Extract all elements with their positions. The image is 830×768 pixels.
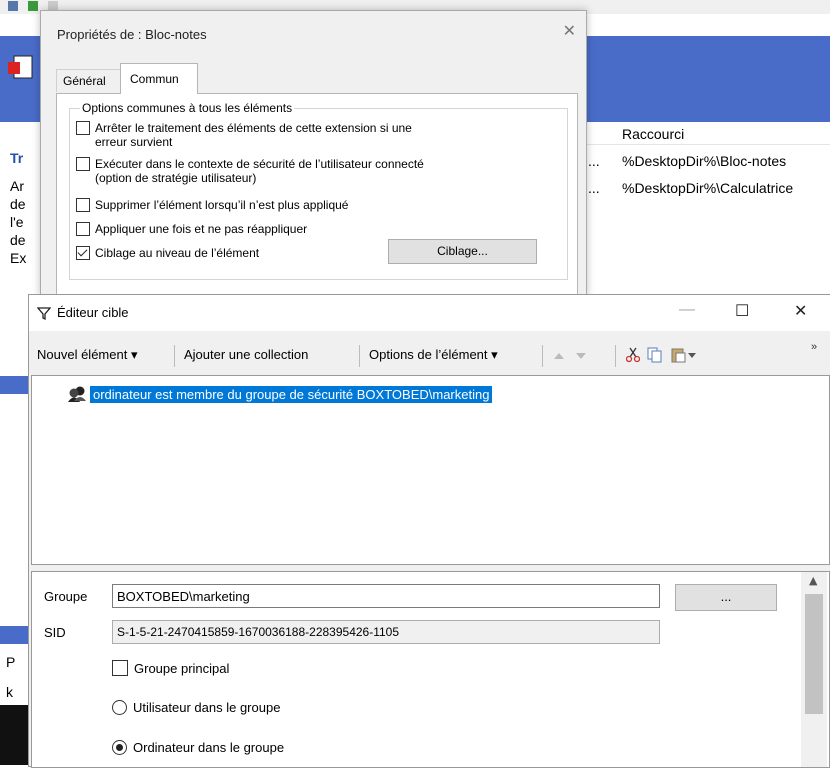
radio-computer-in-group[interactable]: Ordinateur dans le groupe [112, 740, 284, 755]
checkbox[interactable] [76, 121, 90, 135]
option-stop-processing[interactable]: Arrêter le traitement des éléments de ce… [76, 121, 412, 149]
option-item-targeting[interactable]: Ciblage au niveau de l’élément [76, 246, 259, 260]
toolbar-overflow-button[interactable]: » [811, 341, 817, 353]
gpo-icon [8, 55, 33, 79]
background-column-header[interactable]: Raccourci [580, 122, 830, 145]
background-dark-strip [0, 705, 28, 765]
option-apply-once[interactable]: Appliquer une fois et ne pas réappliquer [76, 222, 307, 236]
tab-label: Général [63, 74, 106, 88]
background-fragment: de [10, 196, 26, 212]
cut-icon[interactable] [626, 347, 640, 363]
option-label: erreur survient [95, 135, 173, 149]
option-label: Exécuter dans le contexte de sécurité de… [95, 157, 424, 171]
option-label: (option de stratégie utilisateur) [95, 171, 257, 185]
chevron-down-icon[interactable] [688, 353, 696, 359]
sid-label: SID [44, 625, 66, 640]
scroll-up-icon[interactable]: ▲ [809, 574, 817, 587]
item-options-button[interactable]: Options de l’élément ▾ [369, 347, 498, 363]
option-label: Arrêter le traitement des éléments de ce… [95, 121, 412, 135]
move-up-icon[interactable] [553, 351, 565, 361]
maximize-button[interactable]: ☐ [735, 301, 749, 321]
radio-button-selected[interactable] [112, 740, 127, 755]
background-fragment: de [10, 232, 26, 248]
primary-group-option[interactable]: Groupe principal [112, 660, 229, 676]
primary-group-label: Groupe principal [134, 660, 230, 676]
radio-label: Ordinateur dans le groupe [133, 740, 285, 755]
close-icon[interactable]: ✕ [563, 21, 576, 40]
background-fragment: P [6, 654, 16, 670]
toolbar-icon[interactable] [28, 1, 38, 11]
tab-panel: Options communes à tous les éléments Arr… [56, 93, 578, 300]
radio-button[interactable] [112, 700, 127, 715]
tab-commun[interactable]: Commun [120, 63, 198, 94]
groupe-input[interactable]: BOXTOBED\marketing [112, 584, 660, 608]
browse-button[interactable]: ... [675, 584, 777, 611]
toolbar-separator [615, 345, 616, 367]
group-label: Options communes à tous les éléments [80, 101, 295, 115]
checkbox[interactable] [76, 198, 90, 212]
toolbar-separator [542, 345, 543, 367]
toolbar-icon[interactable] [8, 1, 18, 11]
targeting-tree: ordinateur est membre du groupe de sécur… [31, 375, 830, 565]
column-header-raccourci: Raccourci [622, 126, 685, 142]
tab-general[interactable]: Général [56, 69, 121, 92]
vertical-scrollbar[interactable]: ▲ [801, 572, 827, 767]
editor-titlebar[interactable]: Éditeur cible — ☐ ✕ [29, 295, 830, 331]
toolbar-separator [359, 345, 360, 367]
minimize-button[interactable]: — [679, 301, 695, 319]
checkbox[interactable] [76, 157, 90, 171]
radio-user-in-group[interactable]: Utilisateur dans le groupe [112, 700, 280, 715]
paste-icon[interactable] [670, 347, 686, 363]
dialog-title: Propriétés de : Bloc-notes [57, 27, 207, 42]
option-label: Ciblage au niveau de l’élément [95, 246, 260, 260]
background-selection-bar [0, 626, 30, 644]
sid-field: S-1-5-21-2470415859-1670036188-228395426… [112, 620, 660, 644]
background-ellipsis: ... [588, 153, 600, 169]
options-group: Options communes à tous les éléments Arr… [69, 101, 568, 280]
copy-icon[interactable] [647, 347, 663, 363]
background-fragment: k [6, 684, 13, 700]
option-label: Supprimer l’élément lorsqu’il n’est plus… [95, 198, 349, 212]
option-label: Appliquer une fois et ne pas réappliquer [95, 222, 308, 236]
item-properties-panel: Groupe BOXTOBED\marketing ... SID S-1-5-… [31, 571, 830, 768]
background-fragment: l'e [10, 214, 24, 230]
background-selection-bar [0, 376, 30, 394]
option-run-as-user[interactable]: Exécuter dans le contexte de sécurité de… [76, 157, 424, 185]
checkbox[interactable] [112, 660, 128, 676]
background-row[interactable]: %DesktopDir%\Bloc-notes [622, 153, 786, 169]
editor-title: Éditeur cible [57, 305, 129, 320]
checkbox[interactable] [76, 222, 90, 236]
move-down-icon[interactable] [575, 351, 587, 361]
tree-item-selected[interactable]: ordinateur est membre du groupe de sécur… [90, 386, 493, 403]
tab-label: Commun [130, 72, 179, 86]
background-fragment: Tr [10, 150, 24, 166]
toolbar-separator [174, 345, 175, 367]
editor-toolbar: Nouvel élément ▾ Ajouter une collection … [29, 341, 830, 369]
groupe-label: Groupe [44, 589, 88, 604]
option-remove-when-not-applied[interactable]: Supprimer l’élément lorsqu’il n’est plus… [76, 198, 348, 212]
radio-label: Utilisateur dans le groupe [133, 700, 281, 715]
add-collection-button[interactable]: Ajouter une collection [184, 347, 308, 362]
close-button[interactable]: ✕ [794, 301, 807, 321]
scrollbar-thumb[interactable] [805, 594, 823, 714]
background-fragment: Ex [10, 250, 27, 266]
checkbox-checked[interactable] [76, 246, 90, 260]
properties-dialog: Propriétés de : Bloc-notes ✕ Général Com… [40, 10, 587, 300]
background-ellipsis: ... [588, 180, 600, 196]
filter-icon [37, 307, 51, 320]
background-row[interactable]: %DesktopDir%\Calculatrice [622, 180, 793, 196]
security-group-icon [68, 386, 86, 402]
background-fragment: Ar [10, 178, 24, 194]
new-item-button[interactable]: Nouvel élément ▾ [37, 347, 137, 363]
targeting-editor-window: Éditeur cible — ☐ ✕ Nouvel élément ▾ Ajo… [28, 294, 830, 768]
targeting-button[interactable]: Ciblage... [388, 239, 537, 264]
